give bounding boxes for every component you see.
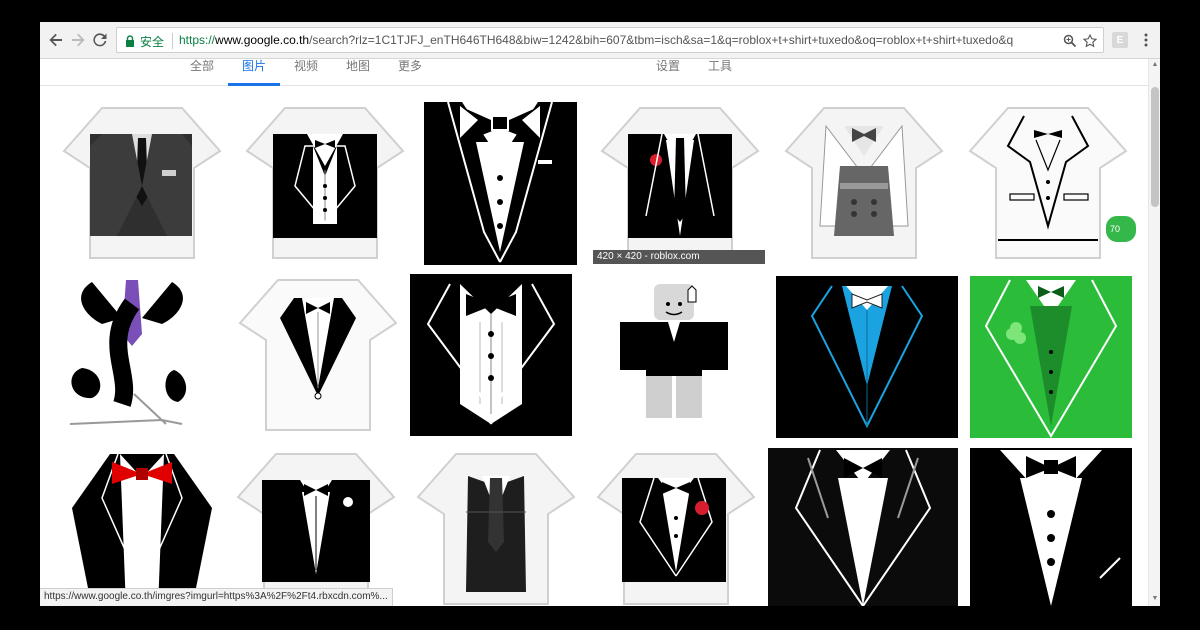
image-result[interactable] xyxy=(768,448,958,606)
image-results-grid xyxy=(40,86,1148,606)
url-host: www.google.co.th xyxy=(215,33,310,47)
image-result[interactable] xyxy=(424,102,577,265)
url-scheme: https:// xyxy=(179,33,216,47)
image-result[interactable] xyxy=(238,278,398,433)
tab-tools[interactable]: 工具 xyxy=(708,59,732,85)
image-result[interactable] xyxy=(616,282,746,432)
image-result[interactable] xyxy=(596,452,756,606)
image-result[interactable] xyxy=(970,276,1132,438)
url-text[interactable]: https://www.google.co.th/search?rlz=1C1T… xyxy=(179,33,1059,47)
image-result[interactable] xyxy=(236,452,396,606)
secure-label: 安全 xyxy=(140,34,165,49)
floating-badge[interactable]: 70 xyxy=(1104,214,1138,244)
url-path: /search?rlz=1C1TJFJ_enTH646TH648&biw=124… xyxy=(309,33,1014,47)
image-size-tooltip: 420 × 420 - roblox.com xyxy=(593,250,765,264)
image-result[interactable] xyxy=(62,274,202,436)
image-result[interactable] xyxy=(968,106,1128,261)
secure-indicator[interactable]: 安全 xyxy=(125,32,174,50)
image-result[interactable] xyxy=(245,106,405,261)
tab-maps[interactable]: 地图 xyxy=(346,59,370,85)
image-result[interactable] xyxy=(62,106,222,261)
image-result[interactable] xyxy=(784,106,944,261)
browser-window: 安全 https://www.google.co.th/search?rlz=1… xyxy=(40,22,1160,606)
star-icon[interactable] xyxy=(1081,32,1099,50)
page-scrollbar[interactable]: ▲ ▼ xyxy=(1148,59,1160,606)
scroll-down-icon[interactable]: ▼ xyxy=(1151,595,1159,603)
tab-all[interactable]: 全部 xyxy=(190,59,214,85)
address-bar[interactable]: 安全 https://www.google.co.th/search?rlz=1… xyxy=(116,27,1104,53)
status-bar-url: https://www.google.co.th/imgres?imgurl=h… xyxy=(40,588,393,606)
tab-settings[interactable]: 设置 xyxy=(656,59,680,85)
image-result[interactable] xyxy=(600,106,760,261)
image-result[interactable] xyxy=(410,274,572,436)
lock-icon xyxy=(125,35,135,47)
tab-images[interactable]: 图片 xyxy=(227,59,281,86)
forward-arrow-icon[interactable] xyxy=(66,28,90,52)
tab-videos[interactable]: 视频 xyxy=(294,59,318,85)
back-arrow-icon[interactable] xyxy=(44,28,68,52)
scrollbar-thumb[interactable] xyxy=(1151,87,1159,207)
tab-more[interactable]: 更多 xyxy=(398,59,422,85)
search-tabs: 全部 图片 视频 地图 更多 设置 工具 xyxy=(40,59,1148,86)
menu-dots-icon[interactable] xyxy=(1136,28,1156,52)
image-result[interactable] xyxy=(416,452,576,606)
image-result[interactable] xyxy=(970,448,1132,606)
image-result[interactable] xyxy=(62,448,222,606)
scroll-up-icon[interactable]: ▲ xyxy=(1151,61,1159,69)
omnibox-separator xyxy=(172,33,174,49)
image-result[interactable] xyxy=(776,276,958,438)
zoom-icon[interactable] xyxy=(1061,32,1079,50)
reload-icon[interactable] xyxy=(88,28,112,52)
browser-toolbar: 安全 https://www.google.co.th/search?rlz=1… xyxy=(40,22,1160,59)
extension-button[interactable]: E xyxy=(1112,32,1128,48)
